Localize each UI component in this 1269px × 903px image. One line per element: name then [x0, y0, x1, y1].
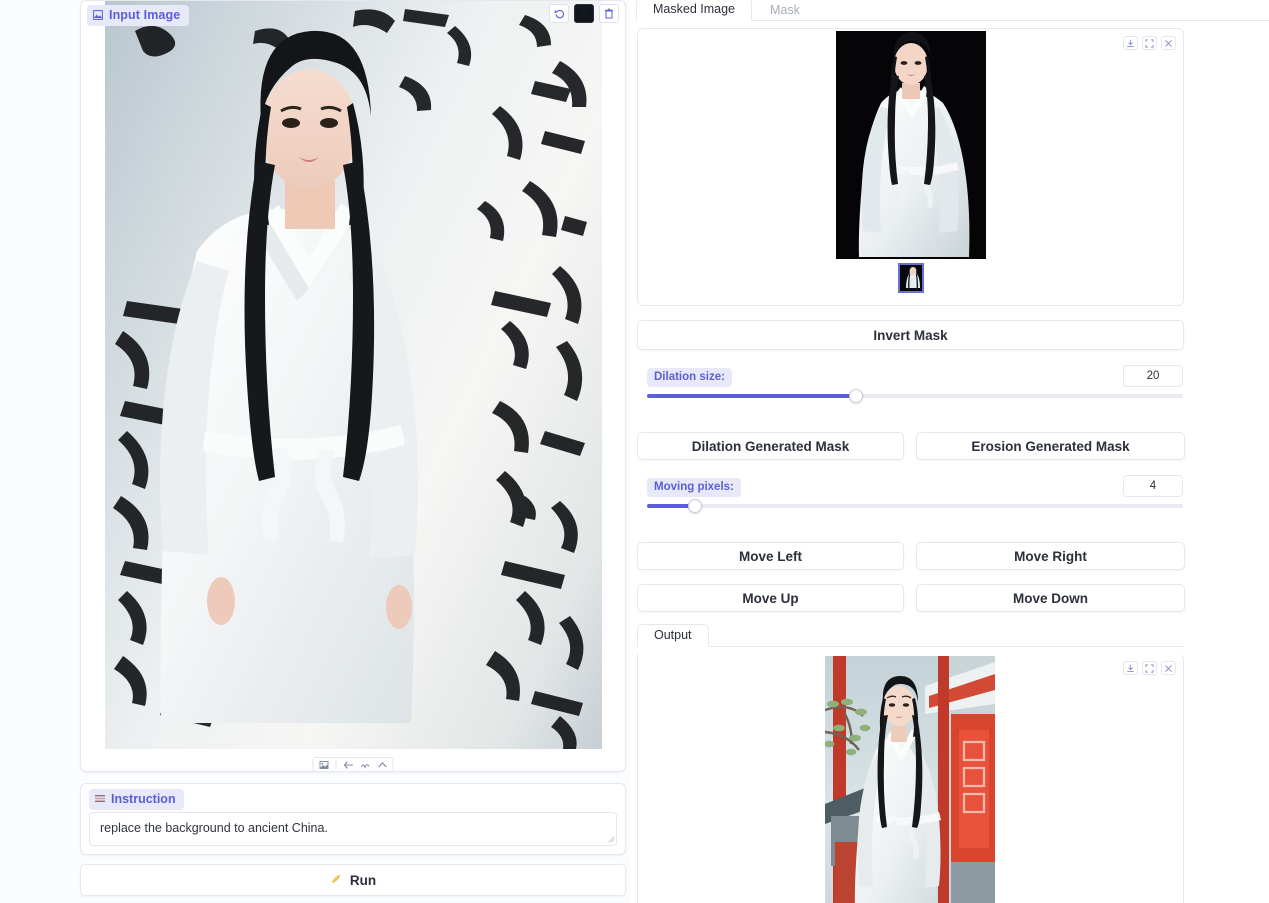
move-up-button[interactable]: Move Up: [637, 584, 904, 612]
moving-pixels-label: Moving pixels:: [647, 478, 741, 497]
masked-thumbnail[interactable]: [897, 263, 924, 293]
close-icon[interactable]: [1161, 661, 1176, 675]
app-root: Input Image Instruction replace the back…: [0, 0, 1269, 903]
dilation-size-label: Dilation size:: [647, 368, 732, 387]
dilation-size-track[interactable]: [647, 389, 1183, 403]
output-tabbar: Output: [637, 623, 1184, 647]
output-image-preview[interactable]: [825, 656, 995, 903]
move-left-button[interactable]: Move Left: [637, 542, 904, 570]
instruction-label-chip: Instruction: [89, 789, 184, 810]
input-card-header: Input Image: [81, 1, 625, 27]
left-column: Input Image Instruction replace the back…: [0, 0, 630, 903]
brush-color-icon[interactable]: [574, 4, 594, 23]
download-icon[interactable]: [1123, 661, 1138, 675]
input-card-toolbar: [549, 4, 619, 23]
comet-icon: [330, 872, 343, 888]
masked-panel-toolbar: [1123, 36, 1176, 50]
input-image-label-chip: Input Image: [87, 5, 190, 26]
instruction-label: Instruction: [111, 792, 176, 806]
dilation-size-value[interactable]: 20: [1123, 365, 1183, 387]
output-panel-toolbar: [1123, 661, 1176, 675]
moving-pixels-knob[interactable]: [688, 499, 703, 513]
tab-masked-image[interactable]: Masked Image: [636, 0, 752, 21]
masked-thumbnail-strip: [638, 263, 1183, 293]
image-icon: [93, 10, 103, 20]
masked-image-panel: [637, 28, 1184, 306]
input-image-card: Input Image: [80, 0, 626, 772]
undo-icon[interactable]: [549, 4, 569, 23]
undo-tool-icon[interactable]: [340, 758, 357, 771]
output-panel: [637, 654, 1184, 903]
output-portrait-image: [825, 656, 995, 903]
image-editor-toolbar: [312, 757, 394, 771]
dilation-generated-mask-button[interactable]: Dilation Generated Mask: [637, 432, 904, 460]
invert-mask-button[interactable]: Invert Mask: [637, 320, 1184, 350]
close-icon[interactable]: [1161, 36, 1176, 50]
erosion-generated-mask-button[interactable]: Erosion Generated Mask: [916, 432, 1185, 460]
move-down-button[interactable]: Move Down: [916, 584, 1185, 612]
moving-pixels-track[interactable]: [647, 499, 1183, 513]
fullscreen-icon[interactable]: [1142, 661, 1157, 675]
brush-tool-icon[interactable]: [357, 758, 374, 771]
thumbnail-image: [899, 265, 922, 291]
erase-tool-icon[interactable]: [374, 758, 391, 771]
text-lines-icon: [95, 792, 105, 806]
right-column: Masked Image Mask Invert Mask Dilation s…: [636, 0, 1269, 903]
moving-pixels-value[interactable]: 4: [1123, 475, 1183, 497]
download-icon[interactable]: [1123, 36, 1138, 50]
masked-image-preview[interactable]: [836, 31, 986, 259]
run-button-label: Run: [349, 872, 377, 888]
trash-icon[interactable]: [599, 4, 619, 23]
mask-tabbar: Masked Image Mask: [636, 0, 1269, 21]
tab-output[interactable]: Output: [637, 623, 709, 647]
toolbar-divider: [335, 760, 337, 769]
masked-portrait-image: [836, 31, 986, 259]
input-portrait-image: [160, 30, 418, 723]
tab-mask[interactable]: Mask: [752, 3, 818, 22]
run-button[interactable]: Run: [80, 864, 626, 896]
instruction-card: Instruction: [80, 783, 626, 855]
image-tool-icon[interactable]: [316, 758, 333, 771]
input-image-canvas[interactable]: [105, 1, 602, 749]
dilation-size-fill: [647, 394, 857, 398]
fullscreen-icon[interactable]: [1142, 36, 1157, 50]
move-right-button[interactable]: Move Right: [916, 542, 1185, 570]
dilation-size-knob[interactable]: [849, 389, 864, 403]
instruction-input[interactable]: [89, 812, 617, 846]
input-image-label: Input Image: [109, 8, 181, 22]
